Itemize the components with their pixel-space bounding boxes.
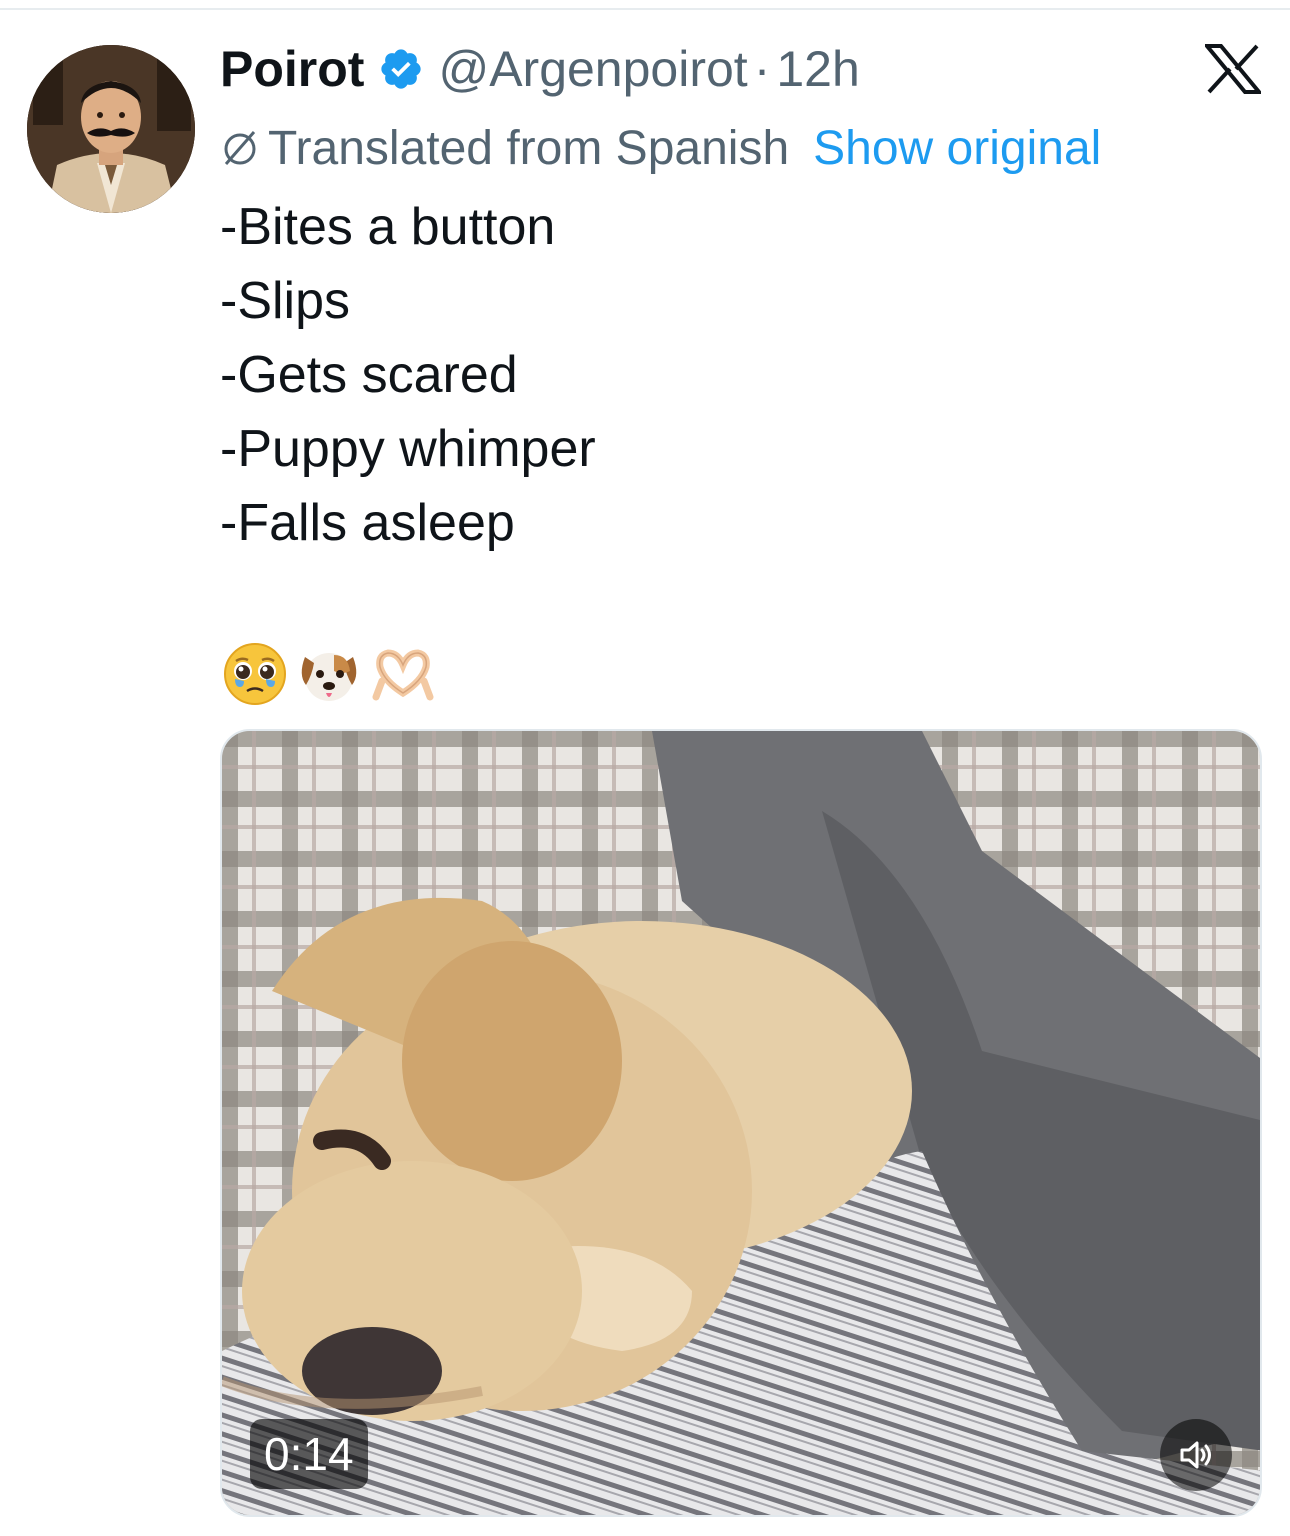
translation-row: Translated from Spanish Show original <box>220 118 1101 178</box>
heart-hands-icon <box>372 649 434 701</box>
separator-dot: · <box>753 41 771 97</box>
volume-button[interactable] <box>1160 1419 1232 1491</box>
avatar-portrait-icon <box>27 45 195 213</box>
avatar[interactable] <box>27 45 195 213</box>
dog-face-icon <box>301 653 357 701</box>
pleading-face-icon <box>224 643 286 705</box>
tweet-header: Poirot @Argenpoirot · 12h <box>220 38 860 100</box>
tweet-text-line: -Bites a button <box>220 198 556 256</box>
tweet-text-line: -Puppy whimper <box>220 420 596 478</box>
author-handle[interactable]: @Argenpoirot <box>438 40 747 98</box>
verified-badge-icon <box>378 46 424 92</box>
author-display-name[interactable]: Poirot <box>220 40 364 98</box>
video-duration: 0:14 <box>250 1419 368 1489</box>
tweet-text-line: -Slips <box>220 272 351 330</box>
tweet-text-line: -Falls asleep <box>220 494 515 552</box>
show-original-link[interactable]: Show original <box>813 121 1101 176</box>
tweet-text-line: -Gets scared <box>220 346 518 404</box>
top-divider <box>0 8 1290 10</box>
emoji-row <box>222 634 444 714</box>
x-logo-icon <box>1202 44 1264 94</box>
speaker-icon <box>1180 1441 1211 1469</box>
tweet-text: -Bites a button -Slips -Gets scared -Pup… <box>220 190 596 560</box>
tweet-timestamp[interactable]: 12h <box>776 40 859 98</box>
video-player[interactable]: 0:14 <box>220 729 1262 1517</box>
globe-slash-icon <box>224 131 256 165</box>
puppy-sleeping-icon <box>222 731 1260 1515</box>
translated-label: Translated from Spanish <box>268 121 790 175</box>
